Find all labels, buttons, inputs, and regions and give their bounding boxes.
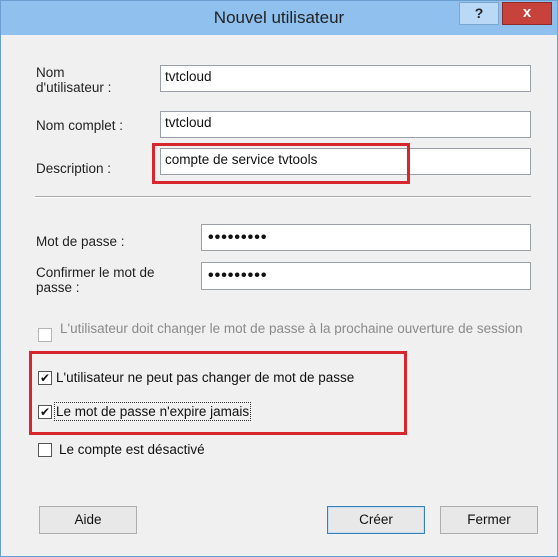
username-field[interactable]: tvtcloud [160,65,531,92]
fullname-field[interactable]: tvtcloud [160,111,531,138]
confirm-password-field[interactable]: ••••••••• [201,262,531,290]
separator [35,196,531,198]
password-field[interactable]: ••••••••• [201,224,531,251]
account-disabled-checkbox[interactable] [38,443,52,457]
password-label: Mot de passe : [36,234,125,249]
help-button[interactable]: Aide [39,506,137,534]
account-disabled-label[interactable]: Le compte est désactivé [59,442,205,457]
close-button[interactable]: Fermer [440,506,538,534]
must-change-password-label: L'utilisateur doit changer le mot de pas… [60,321,523,335]
help-icon[interactable]: ? [459,2,499,25]
options-highlight [29,351,407,435]
title-bar[interactable]: Nouvel utilisateur ? x [1,1,557,35]
close-icon[interactable]: x [502,2,552,25]
confirm-password-label: Confirmer le mot de passe : [36,265,155,295]
username-label: Nom d'utilisateur : [36,65,112,95]
description-highlight [152,143,410,184]
new-user-dialog: Nouvel utilisateur ? x Nom d'utilisateur… [0,0,558,557]
description-label: Description : [36,161,112,176]
fullname-label: Nom complet : [36,118,124,133]
must-change-password-label-wrap [38,337,98,344]
create-button[interactable]: Créer [327,506,425,534]
